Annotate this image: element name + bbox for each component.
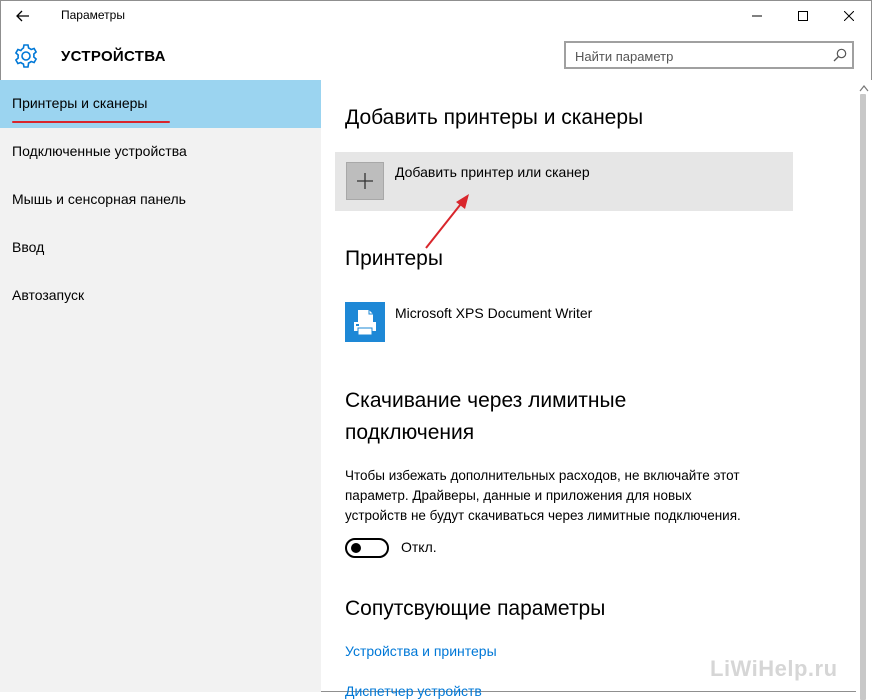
back-button[interactable] bbox=[6, 2, 40, 30]
sidebar-item-label: Ввод bbox=[12, 239, 45, 255]
sidebar-item-autoplay[interactable]: Автозапуск bbox=[0, 272, 321, 320]
toggle-knob bbox=[351, 543, 361, 553]
maximize-icon bbox=[798, 11, 808, 21]
close-icon bbox=[844, 11, 854, 21]
add-printer-label: Добавить принтер или сканер bbox=[395, 164, 590, 180]
metered-description: Чтобы избежать дополнительных расходов, … bbox=[345, 466, 795, 526]
page-header: УСТРОЙСТВА bbox=[0, 32, 872, 80]
search-box[interactable] bbox=[564, 41, 854, 69]
sidebar-item-label: Автозапуск bbox=[12, 287, 85, 303]
main-content: Добавить принтеры и сканеры Добавить при… bbox=[321, 80, 856, 699]
search-icon[interactable] bbox=[833, 48, 847, 62]
annotation-underline bbox=[12, 121, 170, 123]
scroll-thumb[interactable] bbox=[860, 94, 866, 700]
scroll-up-arrow-icon[interactable] bbox=[859, 84, 869, 92]
printer-name: Microsoft XPS Document Writer bbox=[395, 305, 593, 321]
minimize-icon bbox=[752, 15, 762, 17]
page-title: УСТРОЙСТВА bbox=[61, 48, 166, 65]
add-section-title: Добавить принтеры и сканеры bbox=[345, 106, 644, 129]
metered-section-title-line2: подключения bbox=[345, 421, 475, 444]
toggle-state-label: Откл. bbox=[401, 539, 437, 555]
minimize-button[interactable] bbox=[734, 0, 780, 32]
sidebar-item-mouse-touchpad[interactable]: Мышь и сенсорная панель bbox=[0, 176, 321, 224]
devices-printers-link[interactable]: Устройства и принтеры bbox=[345, 643, 497, 659]
sidebar-item-connected-devices[interactable]: Подключенные устройства bbox=[0, 128, 321, 176]
plus-icon bbox=[346, 162, 384, 200]
printer-icon bbox=[345, 302, 385, 342]
title-bar: Параметры bbox=[0, 0, 872, 32]
description-line: Чтобы избежать дополнительных расходов, … bbox=[345, 468, 740, 483]
annotation-arrow-icon bbox=[425, 194, 469, 249]
search-input[interactable] bbox=[575, 47, 830, 65]
sidebar-item-label: Мышь и сенсорная панель bbox=[12, 191, 186, 207]
metered-section-title-line1: Скачивание через лимитные bbox=[345, 389, 627, 412]
sidebar-item-printers-scanners[interactable]: Принтеры и сканеры bbox=[0, 80, 321, 128]
back-arrow-icon bbox=[16, 10, 29, 22]
watermark-text: LiWiHelp.ru bbox=[710, 656, 838, 681]
description-line: устройств не будут скачиваться через лим… bbox=[345, 508, 741, 523]
add-printer-button[interactable]: Добавить принтер или сканер bbox=[335, 152, 793, 211]
sidebar-item-label: Принтеры и сканеры bbox=[12, 95, 148, 111]
close-button[interactable] bbox=[826, 0, 872, 32]
related-settings-title: Сопутсвующие параметры bbox=[345, 597, 606, 620]
device-manager-link[interactable]: Диспетчер устройств bbox=[345, 683, 482, 699]
metered-toggle-row: Откл. bbox=[345, 535, 545, 559]
window-title: Параметры bbox=[61, 8, 125, 22]
sidebar-item-typing[interactable]: Ввод bbox=[0, 224, 321, 272]
sidebar-item-label: Подключенные устройства bbox=[12, 143, 187, 159]
gear-icon bbox=[14, 44, 38, 68]
maximize-button[interactable] bbox=[780, 0, 826, 32]
printer-item[interactable]: Microsoft XPS Document Writer bbox=[345, 302, 645, 342]
metered-toggle-switch[interactable] bbox=[345, 538, 389, 558]
description-line: параметр. Драйверы, данные и приложения … bbox=[345, 488, 692, 503]
scrollbar[interactable] bbox=[856, 80, 872, 700]
sidebar: Принтеры и сканеры Подключенные устройст… bbox=[0, 80, 321, 692]
